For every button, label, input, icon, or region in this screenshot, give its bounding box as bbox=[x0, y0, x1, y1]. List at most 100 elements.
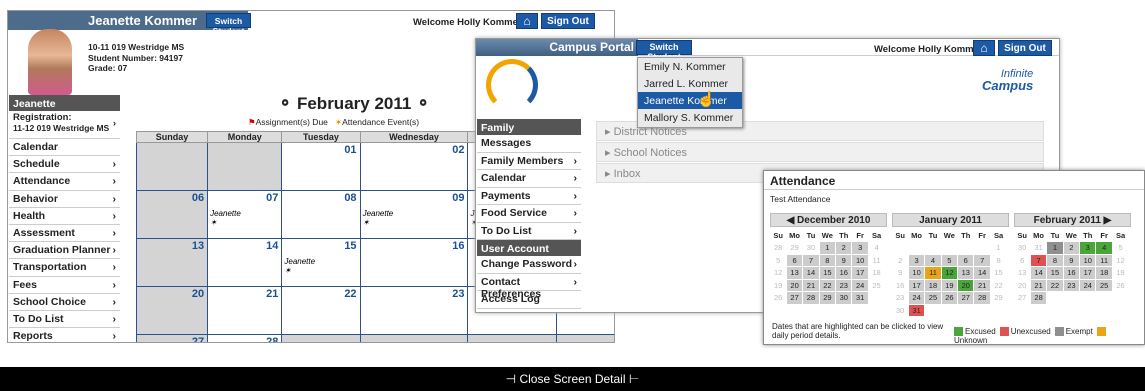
family-nav-item[interactable]: Calendar › bbox=[477, 170, 581, 188]
day-cell[interactable]: 2 bbox=[1063, 242, 1080, 254]
day-cell[interactable]: 2 bbox=[836, 242, 852, 254]
sidebar-item[interactable]: Transportation › bbox=[9, 259, 120, 277]
day-cell[interactable]: 20 bbox=[786, 279, 803, 291]
day-cell[interactable]: 3 bbox=[852, 242, 868, 254]
day-cell[interactable]: 4 bbox=[1096, 242, 1112, 254]
calendar-day[interactable]: 23 bbox=[359, 286, 469, 335]
day-cell[interactable]: 10 bbox=[1080, 254, 1096, 266]
day-cell[interactable]: 9 bbox=[1063, 254, 1080, 266]
calendar-day[interactable]: 20 bbox=[135, 286, 209, 335]
day-cell[interactable]: 28 bbox=[974, 292, 990, 304]
day-cell[interactable]: 21 bbox=[974, 279, 990, 291]
next-month-icon[interactable]: ▶ bbox=[1101, 215, 1112, 226]
day-cell[interactable]: 19 bbox=[941, 279, 958, 291]
day-cell[interactable]: 24 bbox=[908, 292, 925, 304]
day-cell[interactable]: 21 bbox=[803, 279, 819, 291]
day-cell[interactable]: 22 bbox=[819, 279, 836, 291]
calendar-day[interactable] bbox=[359, 334, 469, 342]
day-cell[interactable]: 3 bbox=[1080, 242, 1096, 254]
day-cell[interactable]: 9 bbox=[836, 254, 852, 266]
calendar-day[interactable] bbox=[281, 334, 361, 342]
sidebar-item[interactable]: Assessment › bbox=[9, 225, 120, 243]
day-cell[interactable]: 23 bbox=[1063, 279, 1080, 291]
day-cell[interactable]: 3 bbox=[908, 254, 925, 266]
day-cell[interactable]: 7 bbox=[803, 254, 819, 266]
notice-bar[interactable]: ▸ School Notices bbox=[596, 142, 1044, 162]
day-cell[interactable]: 14 bbox=[1030, 267, 1047, 279]
account-nav-item[interactable]: Change Password › bbox=[477, 256, 581, 274]
day-cell[interactable]: 8 bbox=[1047, 254, 1063, 266]
day-cell[interactable]: 17 bbox=[908, 279, 925, 291]
calendar-day[interactable] bbox=[467, 334, 557, 342]
day-cell[interactable]: 21 bbox=[1030, 279, 1047, 291]
calendar-day[interactable]: 07 Jeanette ✶ bbox=[207, 190, 283, 239]
account-nav-item[interactable]: Access Log bbox=[477, 291, 581, 309]
day-cell[interactable]: 13 bbox=[786, 267, 803, 279]
attendance-event[interactable]: Jeanette✶ bbox=[284, 257, 315, 275]
attendance-event[interactable]: Jeanette✶ bbox=[210, 209, 241, 227]
day-cell[interactable]: 1 bbox=[1047, 242, 1063, 254]
student-option[interactable]: Mallory S. Kommer bbox=[638, 109, 742, 126]
close-screen-detail-bar[interactable]: ⊣ Close Screen Detail ⊢ bbox=[0, 367, 1145, 391]
prev-month-icon[interactable]: ◀ bbox=[787, 215, 797, 226]
day-cell[interactable]: 24 bbox=[852, 279, 868, 291]
calendar-day[interactable]: 01 bbox=[281, 142, 361, 191]
calendar-day[interactable] bbox=[555, 334, 614, 342]
day-cell[interactable]: 10 bbox=[852, 254, 868, 266]
registration-item[interactable]: Registration: 11-12 019 Westridge MS › bbox=[9, 111, 120, 139]
day-cell[interactable]: 27 bbox=[958, 292, 974, 304]
day-cell[interactable]: 14 bbox=[974, 267, 990, 279]
calendar-day[interactable]: 13 bbox=[135, 238, 209, 287]
switch-student-button[interactable]: Switch Student bbox=[206, 13, 251, 36]
day-cell[interactable]: 20 bbox=[958, 279, 974, 291]
sidebar-item[interactable]: Behavior › bbox=[9, 191, 120, 208]
day-cell[interactable]: 18 bbox=[925, 279, 941, 291]
family-nav-item[interactable]: To Do List › bbox=[477, 222, 581, 240]
calendar-day[interactable]: 21 bbox=[207, 286, 283, 335]
student-option[interactable]: Emily N. Kommer bbox=[638, 58, 742, 75]
student-option[interactable]: Jeanette Kommer bbox=[638, 92, 742, 109]
day-cell[interactable]: 25 bbox=[1096, 279, 1112, 291]
calendar-day[interactable]: 28 bbox=[207, 334, 283, 342]
day-cell[interactable]: 28 bbox=[1030, 292, 1047, 304]
family-nav-item[interactable]: Food Service › bbox=[477, 205, 581, 223]
calendar-day[interactable]: 09 Jeanette ✶ bbox=[359, 190, 469, 239]
sidebar-item[interactable]: Calendar bbox=[9, 139, 120, 157]
day-cell[interactable]: 28 bbox=[803, 292, 819, 304]
day-cell[interactable]: 29 bbox=[819, 292, 836, 304]
sidebar-item[interactable]: Health › bbox=[9, 208, 120, 225]
calendar-day[interactable]: 27 bbox=[135, 334, 209, 342]
day-cell[interactable]: 31 bbox=[852, 292, 868, 304]
day-cell[interactable]: 6 bbox=[958, 254, 974, 266]
family-nav-item[interactable]: Family Members › bbox=[477, 152, 581, 170]
day-cell[interactable]: 24 bbox=[1080, 279, 1096, 291]
day-cell[interactable]: 4 bbox=[925, 254, 941, 266]
day-cell[interactable]: 30 bbox=[836, 292, 852, 304]
calendar-day[interactable]: 15 Jeanette ✶ bbox=[281, 238, 361, 287]
day-cell[interactable]: 11 bbox=[1096, 254, 1112, 266]
day-cell[interactable]: 11 bbox=[925, 267, 941, 279]
sidebar-item[interactable]: To Do List › bbox=[9, 311, 120, 329]
calendar-day[interactable]: 08 bbox=[281, 190, 361, 239]
sign-out-button[interactable]: Sign Out bbox=[541, 13, 595, 29]
day-cell[interactable]: 16 bbox=[836, 267, 852, 279]
home-icon[interactable]: ⌂ bbox=[973, 40, 995, 56]
account-nav-item[interactable]: Contact Preferences › bbox=[477, 273, 581, 300]
sidebar-item[interactable]: Reports › bbox=[9, 328, 120, 342]
day-cell[interactable]: 6 bbox=[786, 254, 803, 266]
family-nav-item[interactable]: Messages bbox=[477, 135, 581, 153]
attendance-event[interactable]: Jeanette✶ bbox=[363, 209, 394, 227]
day-cell[interactable]: 17 bbox=[852, 267, 868, 279]
day-cell[interactable]: 17 bbox=[1080, 267, 1096, 279]
day-cell[interactable]: 25 bbox=[925, 292, 941, 304]
day-cell[interactable]: 7 bbox=[1030, 254, 1047, 266]
calendar-day[interactable]: 02 bbox=[359, 142, 469, 191]
switch-student-button[interactable]: Switch Student bbox=[636, 40, 692, 62]
student-option[interactable]: Jarred L. Kommer bbox=[638, 75, 742, 92]
calendar-day[interactable]: 06 bbox=[135, 190, 209, 239]
day-cell[interactable]: 1 bbox=[819, 242, 836, 254]
sign-out-button[interactable]: Sign Out bbox=[998, 40, 1052, 56]
calendar-day[interactable]: 14 bbox=[207, 238, 283, 287]
sidebar-item[interactable]: Fees › bbox=[9, 277, 120, 294]
calendar-day[interactable] bbox=[135, 142, 209, 191]
